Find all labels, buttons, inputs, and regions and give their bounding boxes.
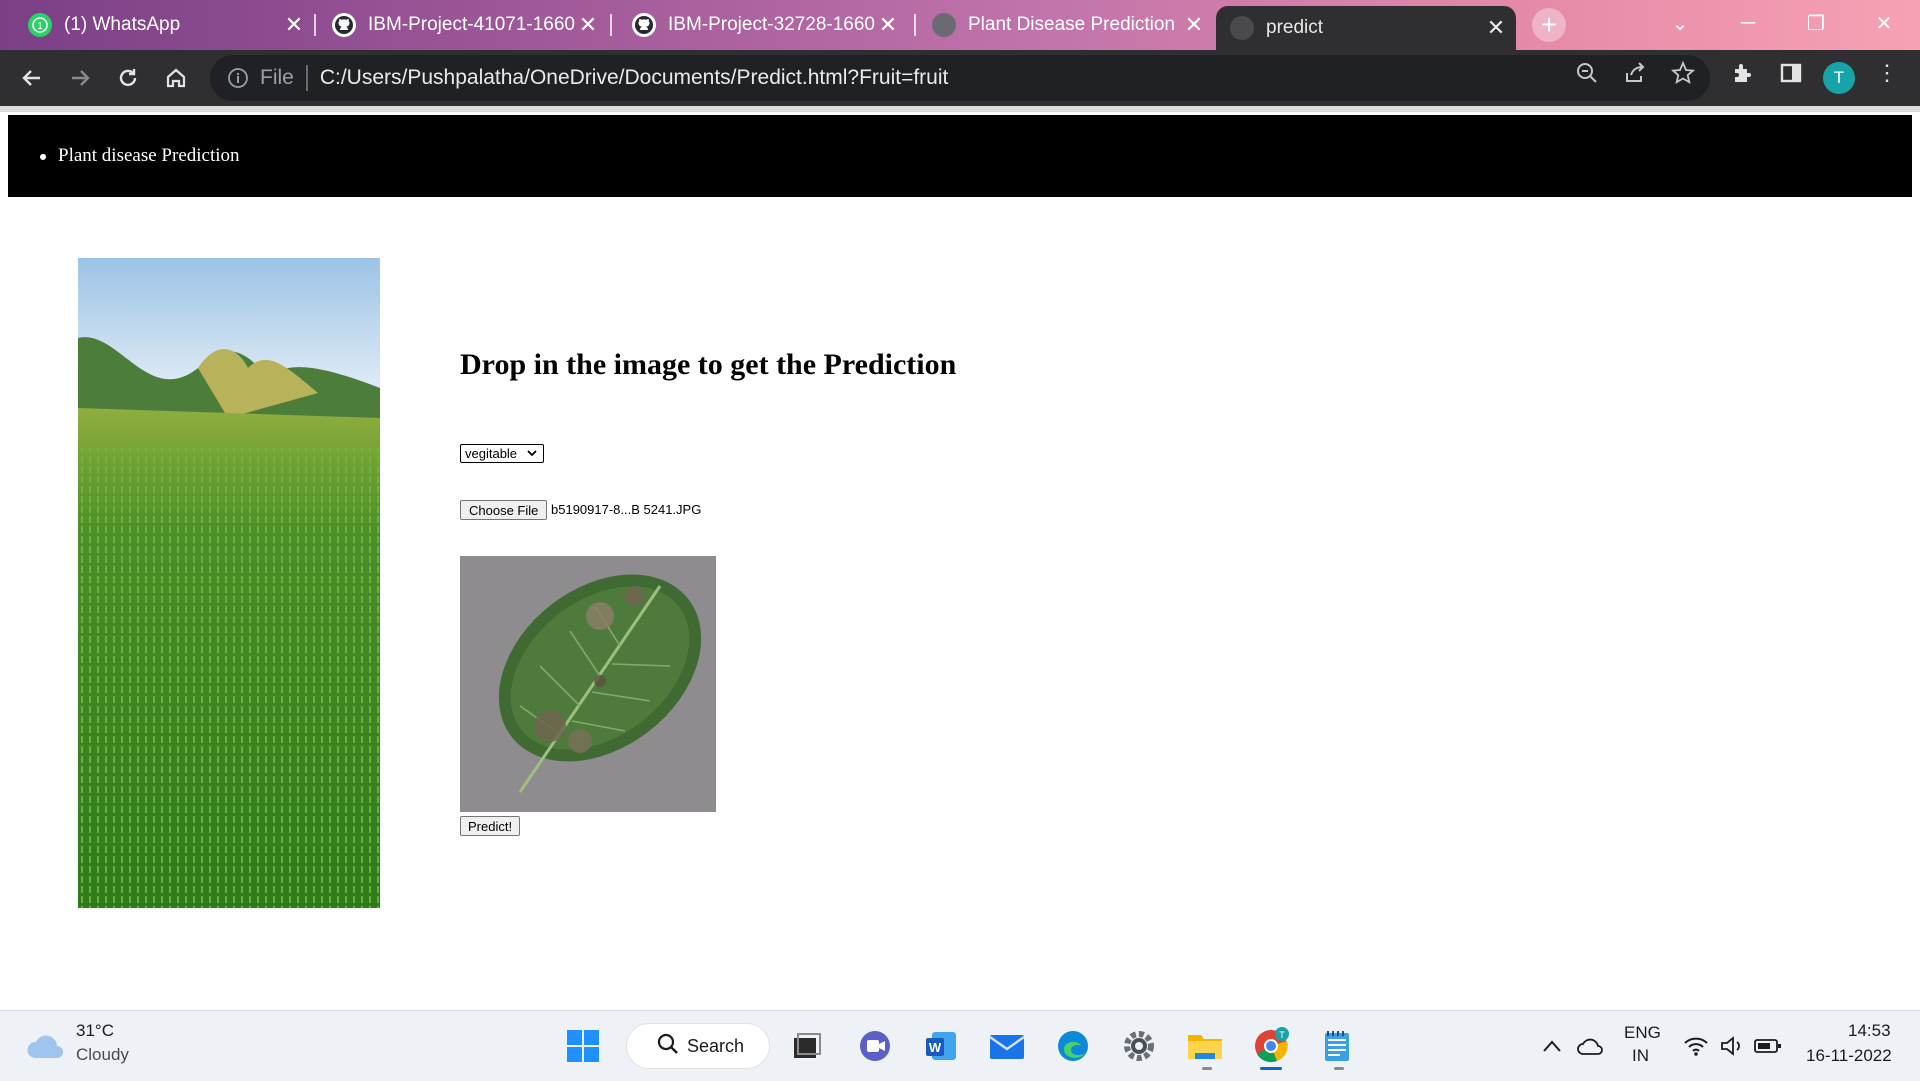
- browser-tab-strip: 1 (1) WhatsApp ✕ IBM-Project-41071-16606…: [0, 0, 1920, 50]
- tab-divider: [314, 14, 316, 36]
- url-scheme-label: File: [260, 66, 294, 89]
- github-icon: [332, 13, 356, 37]
- share-icon[interactable]: [1622, 60, 1648, 86]
- zoom-icon[interactable]: [1574, 60, 1600, 86]
- browser-toolbar: File C:/Users/Pushpalatha/OneDrive/Docum…: [0, 50, 1920, 106]
- web-page: Plant disease Prediction Drop in the: [0, 112, 1920, 1010]
- url-text[interactable]: C:/Users/Pushpalatha/OneDrive/Documents/…: [320, 66, 949, 90]
- edge-browser-icon[interactable]: [1050, 1023, 1096, 1069]
- tab-title: (1) WhatsApp: [64, 14, 181, 35]
- language-indicator[interactable]: ENG: [1624, 1023, 1661, 1043]
- globe-icon: [932, 13, 956, 37]
- running-indicator: [1202, 1067, 1212, 1070]
- address-bar[interactable]: File C:/Users/Pushpalatha/OneDrive/Docum…: [210, 55, 1710, 101]
- svg-text:W: W: [929, 1040, 942, 1055]
- info-icon[interactable]: [226, 66, 250, 90]
- nav-item-plant-disease-prediction[interactable]: Plant disease Prediction: [40, 145, 240, 167]
- search-icon: [657, 1033, 679, 1060]
- chrome-icon[interactable]: T: [1248, 1023, 1294, 1069]
- predict-button[interactable]: Predict!: [460, 816, 521, 836]
- settings-gear-icon[interactable]: [1116, 1023, 1162, 1069]
- tab-predict[interactable]: predict ✕: [1216, 6, 1516, 50]
- teams-chat-icon[interactable]: [852, 1023, 898, 1069]
- github-icon: [632, 13, 656, 37]
- task-view-icon[interactable]: [784, 1023, 830, 1069]
- bookmark-star-icon[interactable]: [1670, 60, 1696, 86]
- tab-divider: [914, 14, 916, 36]
- back-button[interactable]: [14, 60, 50, 96]
- tab-title: Plant Disease Prediction: [968, 14, 1175, 35]
- windows-taskbar: 31°C Cloudy Search W T ENG IN 14:53 16-1…: [0, 1010, 1920, 1081]
- category-select[interactable]: vegitable: [460, 444, 544, 463]
- svg-text:1: 1: [37, 21, 43, 32]
- tab-ibm-project-41071[interactable]: IBM-Project-41071-16606 ✕: [318, 7, 608, 43]
- new-tab-button[interactable]: +: [1532, 8, 1566, 42]
- selected-file-name: b5190917-8...B 5241.JPG: [551, 502, 702, 517]
- uploaded-leaf-preview-image: [460, 556, 716, 812]
- tab-divider: [610, 14, 612, 36]
- top-navigation-bar: Plant disease Prediction: [8, 115, 1912, 197]
- running-indicator: [1334, 1067, 1344, 1070]
- side-panel-icon[interactable]: [1778, 60, 1804, 86]
- close-icon[interactable]: ✕: [1484, 15, 1508, 40]
- tab-title: IBM-Project-41071-16606: [368, 14, 576, 35]
- weather-condition[interactable]: Cloudy: [76, 1045, 129, 1065]
- reload-button[interactable]: [110, 60, 146, 96]
- clock-time[interactable]: 14:53: [1848, 1021, 1891, 1041]
- globe-icon: [1230, 16, 1254, 40]
- chevron-down-icon: [526, 447, 538, 462]
- close-window-button[interactable]: ✕: [1864, 8, 1904, 38]
- page-heading: Drop in the image to get the Prediction: [460, 348, 957, 381]
- tab-ibm-project-32728[interactable]: IBM-Project-32728-16602 ✕: [618, 7, 908, 43]
- weather-temperature[interactable]: 31°C: [76, 1021, 114, 1041]
- volume-icon[interactable]: [1712, 1023, 1752, 1069]
- home-button[interactable]: [158, 60, 194, 96]
- notepad-icon[interactable]: [1314, 1023, 1360, 1069]
- tab-search-chevron-icon[interactable]: ⌄: [1660, 8, 1700, 38]
- whatsapp-icon: 1: [28, 13, 52, 37]
- choose-file-button[interactable]: Choose File: [460, 500, 548, 520]
- close-icon[interactable]: ✕: [876, 12, 900, 37]
- wifi-icon[interactable]: [1676, 1023, 1716, 1069]
- profile-avatar[interactable]: T: [1823, 62, 1855, 94]
- tab-title: IBM-Project-32728-16602: [668, 14, 876, 35]
- divider: [305, 65, 308, 91]
- tab-whatsapp[interactable]: 1 (1) WhatsApp ✕: [14, 7, 314, 43]
- file-explorer-icon[interactable]: [1182, 1023, 1228, 1069]
- restore-button[interactable]: ❐: [1796, 8, 1836, 38]
- close-icon[interactable]: ✕: [1182, 12, 1206, 37]
- menu-kebab-icon[interactable]: ⋮: [1874, 60, 1900, 86]
- close-icon[interactable]: ✕: [576, 12, 600, 37]
- cloudy-weather-icon[interactable]: [22, 1023, 68, 1069]
- clock-date[interactable]: 16-11-2022: [1806, 1046, 1892, 1066]
- category-select-value: vegitable: [465, 446, 518, 461]
- windows-start-icon[interactable]: [560, 1023, 606, 1069]
- word-icon[interactable]: W: [918, 1023, 964, 1069]
- battery-icon[interactable]: [1748, 1023, 1788, 1069]
- farm-field-image: [78, 258, 380, 908]
- close-icon[interactable]: ✕: [282, 12, 306, 37]
- running-indicator-active: [1260, 1067, 1282, 1070]
- extensions-icon[interactable]: [1730, 60, 1756, 86]
- forward-button[interactable]: [62, 60, 98, 96]
- svg-text:T: T: [1279, 1030, 1285, 1040]
- taskbar-search-box[interactable]: Search: [626, 1023, 770, 1069]
- tab-plant-disease-prediction[interactable]: Plant Disease Prediction ✕: [918, 7, 1214, 43]
- mail-icon[interactable]: [984, 1023, 1030, 1069]
- tab-title: predict: [1266, 17, 1324, 38]
- language-region[interactable]: IN: [1632, 1046, 1649, 1066]
- search-label: Search: [687, 1035, 745, 1056]
- minimize-button[interactable]: ─: [1728, 8, 1768, 38]
- onedrive-cloud-icon[interactable]: [1568, 1023, 1612, 1069]
